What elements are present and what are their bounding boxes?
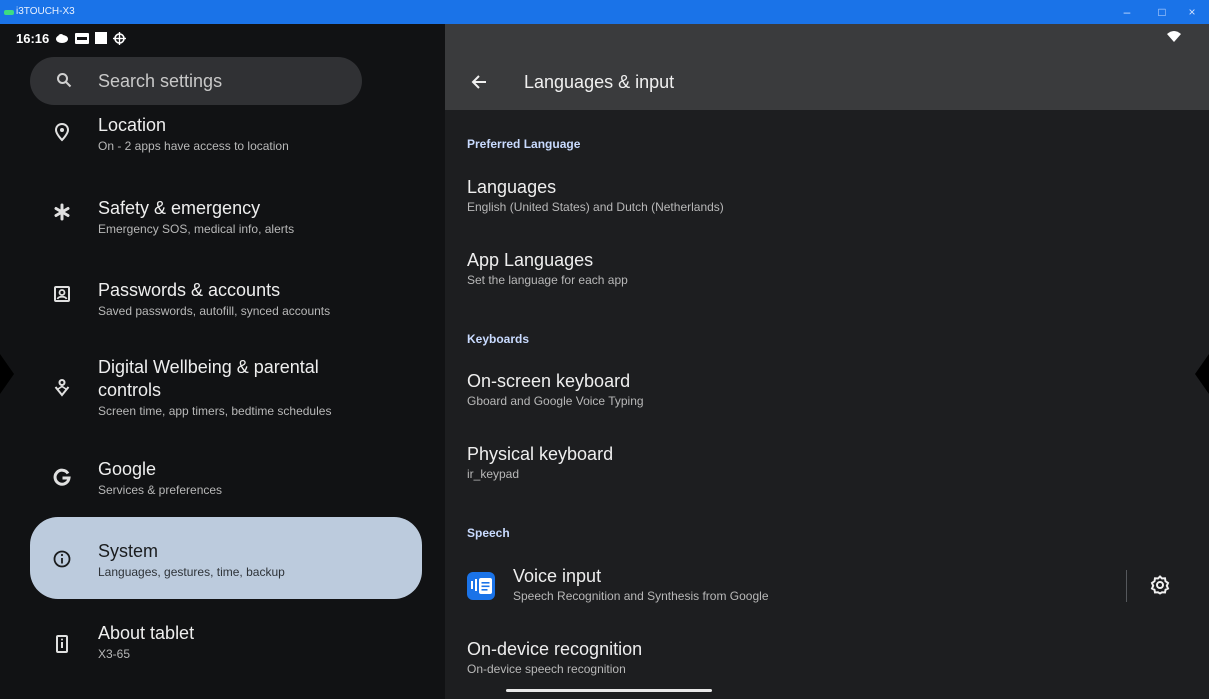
dvr-icon [75, 32, 90, 44]
back-arrow-icon[interactable] [471, 75, 487, 89]
voice-input-subtitle: Speech Recognition and Synthesis from Go… [513, 589, 769, 603]
section-keyboards: Keyboards [467, 332, 530, 346]
search-icon [57, 73, 72, 88]
wellbeing-subtitle: Screen time, app timers, bedtime schedul… [98, 404, 332, 418]
settings-item-passwords[interactable]: Passwords & accounts Saved passwords, au… [30, 270, 422, 330]
passwords-subtitle: Saved passwords, autofill, synced accoun… [98, 304, 331, 318]
tablet-icon [56, 635, 68, 653]
right-edge-handle[interactable] [1195, 354, 1209, 394]
voice-input-item[interactable]: Voice input Speech Recognition and Synth… [467, 566, 1087, 610]
app-languages-subtitle: Set the language for each app [467, 273, 628, 287]
location-subtitle: On - 2 apps have access to location [98, 139, 289, 153]
status-bar: 16:16 [16, 27, 127, 49]
system-title: System [98, 541, 159, 561]
search-settings-bar[interactable]: Search settings [30, 57, 362, 105]
location-title: Location [98, 115, 167, 135]
status-time: 16:16 [16, 30, 50, 46]
section-preferred-language: Preferred Language [467, 137, 581, 151]
section-speech: Speech [467, 526, 510, 540]
search-placeholder: Search settings [98, 71, 223, 91]
settings-item-system[interactable]: System Languages, gestures, time, backup [30, 517, 422, 599]
cloud-icon [56, 34, 69, 43]
detail-header: Languages & input [445, 24, 1209, 110]
voice-input-title: Voice input [513, 566, 602, 586]
on-device-recognition-subtitle: On-device speech recognition [467, 662, 626, 676]
minimize-button[interactable]: – [1118, 4, 1136, 20]
on-device-recognition-item[interactable]: On-device recognition On-device speech r… [467, 639, 642, 676]
voice-input-divider [1126, 570, 1127, 602]
android-screen: 16:16 Search settings Location On - 2 ap… [0, 24, 1209, 699]
google-subtitle: Services & preferences [98, 483, 223, 497]
languages-item[interactable]: Languages English (United States) and Du… [467, 177, 724, 214]
settings-item-safety[interactable]: Safety & emergency Emergency SOS, medica… [30, 188, 422, 248]
gesture-nav-bar[interactable] [506, 689, 712, 692]
about-title: About tablet [98, 623, 195, 643]
wellbeing-icon [54, 379, 70, 397]
about-subtitle: X3-65 [98, 647, 131, 661]
location-pin-icon [54, 122, 70, 142]
settings-item-digital-wellbeing[interactable]: Digital Wellbeing & parental controls Sc… [30, 352, 422, 430]
wellbeing-title-line2: controls [98, 380, 162, 400]
physical-keyboard-subtitle: ir_keypad [467, 467, 520, 481]
safety-subtitle: Emergency SOS, medical info, alerts [98, 222, 295, 236]
window-title: i3TOUCH-X3 [16, 6, 75, 17]
onscreen-keyboard-title: On-screen keyboard [467, 371, 631, 391]
wifi-icon [1167, 31, 1181, 42]
app-languages-item[interactable]: App Languages Set the language for each … [467, 250, 628, 287]
physical-keyboard-title: Physical keyboard [467, 444, 614, 464]
page-title: Languages & input [524, 72, 675, 92]
wellbeing-title-line1: Digital Wellbeing & parental [98, 357, 319, 377]
settings-list-pane: 16:16 Search settings Location On - 2 ap… [0, 24, 445, 699]
system-subtitle: Languages, gestures, time, backup [98, 565, 285, 579]
asterisk-icon [54, 203, 70, 221]
voice-input-settings-gear-icon[interactable] [1150, 575, 1170, 595]
maximize-button[interactable]: □ [1153, 4, 1171, 20]
on-device-recognition-title: On-device recognition [467, 639, 643, 659]
safety-title: Safety & emergency [98, 198, 261, 218]
close-button[interactable]: × [1183, 4, 1201, 20]
app-logo-icon [4, 10, 14, 15]
physical-keyboard-item[interactable]: Physical keyboard ir_keypad [467, 444, 613, 481]
left-edge-handle[interactable] [0, 354, 14, 394]
gear-outline-icon [113, 31, 127, 45]
languages-subtitle: English (United States) and Dutch (Nethe… [467, 200, 724, 214]
google-g-icon [53, 468, 71, 486]
google-title: Google [98, 459, 157, 479]
settings-item-location[interactable]: Location On - 2 apps have access to loca… [30, 112, 422, 172]
square-notification-icon [95, 32, 108, 44]
settings-item-about-tablet[interactable]: About tablet X3-65 [30, 618, 422, 678]
account-box-icon [54, 286, 70, 302]
passwords-title: Passwords & accounts [98, 280, 281, 300]
languages-title: Languages [467, 177, 557, 197]
settings-item-google[interactable]: Google Services & preferences [30, 452, 422, 512]
window-title-bar: i3TOUCH-X3 – □ × [0, 0, 1209, 24]
info-icon [53, 550, 71, 568]
app-languages-title: App Languages [467, 250, 594, 270]
onscreen-keyboard-item[interactable]: On-screen keyboard Gboard and Google Voi… [467, 371, 644, 408]
onscreen-keyboard-subtitle: Gboard and Google Voice Typing [467, 394, 644, 408]
google-voice-icon [467, 572, 495, 600]
languages-input-pane: Languages & input Preferred Language Lan… [445, 24, 1209, 699]
